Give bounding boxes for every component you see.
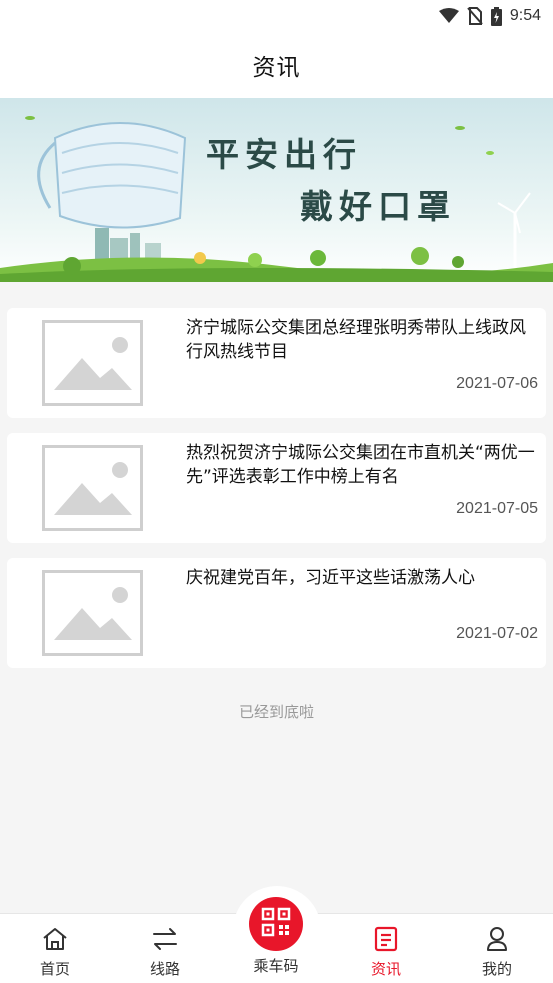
- tab-qr-code[interactable]: [249, 897, 303, 951]
- qr-code-icon: [261, 907, 291, 941]
- user-icon: [485, 926, 509, 952]
- tab-news[interactable]: 资讯: [331, 914, 441, 983]
- news-date: 2021-07-06: [456, 375, 538, 392]
- wifi-icon: [438, 8, 459, 24]
- news-card[interactable]: 济宁城际公交集团总经理张明秀带队上线政风行风热线节目 2021-07-06: [7, 308, 546, 418]
- news-card[interactable]: 热烈祝贺济宁城际公交集团在市直机关“两优一先”评选表彰工作中榜上有名 2021-…: [7, 433, 546, 543]
- tab-home[interactable]: 首页: [0, 914, 110, 983]
- status-bar: 9:54: [0, 0, 553, 32]
- promo-banner[interactable]: 平安出行 戴好口罩: [0, 98, 553, 282]
- battery-charging-icon: [490, 6, 502, 26]
- tab-routes[interactable]: 线路: [110, 914, 220, 983]
- news-icon: [374, 926, 398, 952]
- list-end-message: 已经到底啦: [238, 703, 314, 721]
- banner-line-1: 平安出行: [206, 135, 362, 174]
- tab-label: 我的: [481, 960, 512, 978]
- news-card[interactable]: 庆祝建党百年，习近平这些话激荡人心 2021-07-02: [7, 558, 546, 668]
- tab-qr-label[interactable]: 乘车码: [221, 955, 331, 976]
- page-title: 资讯: [252, 55, 301, 81]
- no-sim-icon: [467, 7, 483, 25]
- status-time: 9:54: [509, 7, 541, 24]
- news-title: 热烈祝贺济宁城际公交集团在市直机关“两优一先”评选表彰工作中榜上有名: [186, 443, 535, 487]
- image-placeholder-icon: [42, 320, 143, 406]
- image-placeholder-icon: [42, 570, 143, 656]
- route-swap-icon: [152, 926, 178, 952]
- banner-illustration: [0, 98, 553, 282]
- tab-label: 线路: [149, 960, 180, 978]
- news-title: 庆祝建党百年，习近平这些话激荡人心: [186, 568, 475, 588]
- news-date: 2021-07-02: [456, 625, 538, 642]
- tab-label: 资讯: [370, 960, 401, 978]
- tab-mine[interactable]: 我的: [442, 914, 552, 983]
- home-icon: [42, 926, 68, 952]
- tab-label: 首页: [39, 960, 70, 978]
- page-header: 资讯: [0, 32, 553, 98]
- news-title: 济宁城际公交集团总经理张明秀带队上线政风行风热线节目: [186, 318, 526, 362]
- news-date: 2021-07-05: [456, 500, 538, 517]
- banner-line-2: 戴好口罩: [300, 187, 456, 226]
- image-placeholder-icon: [42, 445, 143, 531]
